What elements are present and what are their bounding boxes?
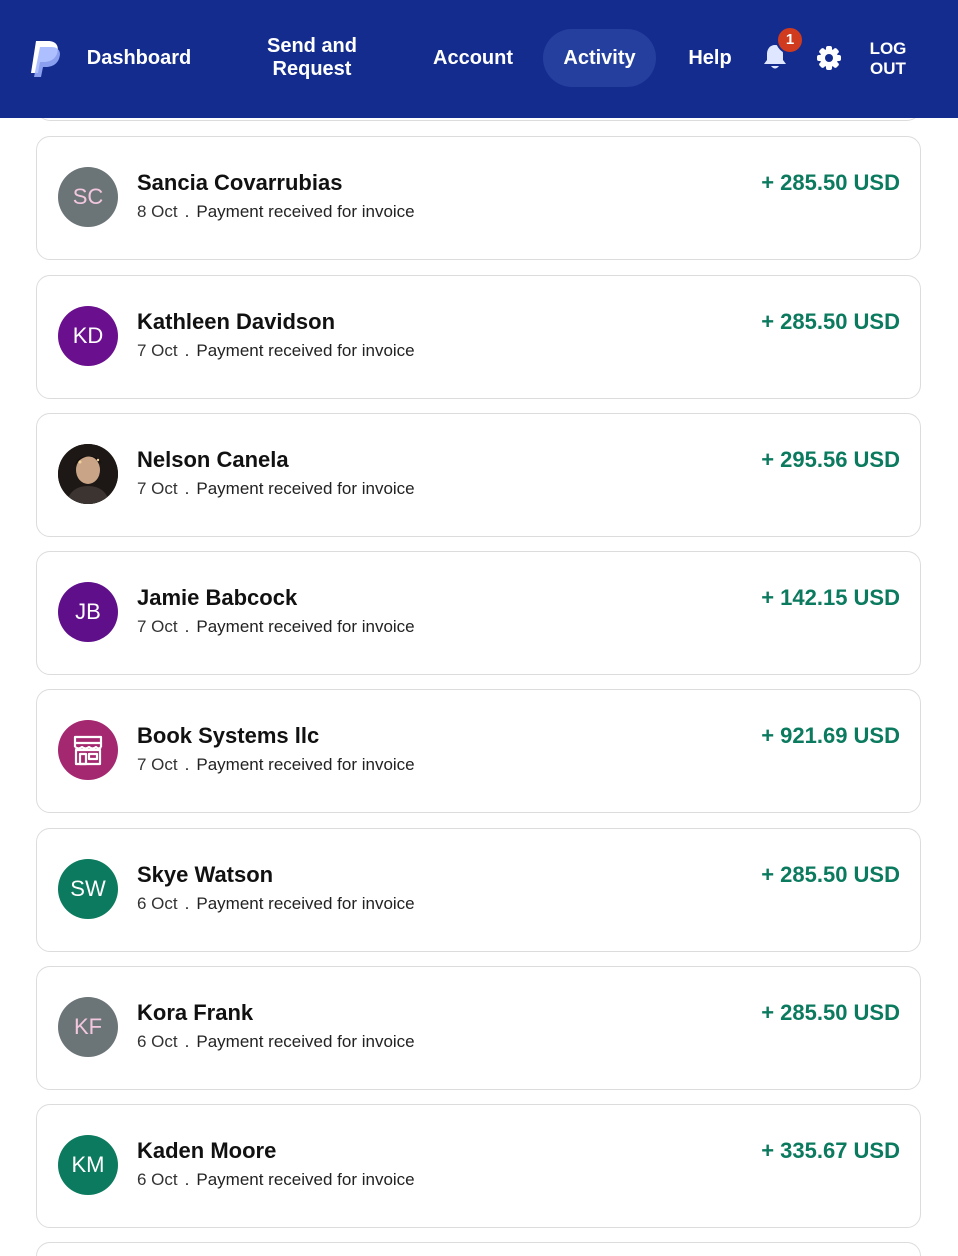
transaction-meta: 6 Oct. Payment received for invoice xyxy=(137,894,415,913)
activity-card[interactable]: KF Kora Frank 6 Oct. Payment received for… xyxy=(36,966,921,1090)
settings-gear-icon[interactable] xyxy=(814,43,844,73)
transaction-description: Payment received for invoice xyxy=(196,1032,415,1051)
payer-name: Skye Watson xyxy=(137,862,274,887)
activity-card[interactable]: SW Skye Watson 6 Oct. Payment received fo… xyxy=(36,828,921,952)
transaction-date: 6 Oct xyxy=(137,1032,178,1051)
avatar: SW xyxy=(58,859,118,919)
logout-button[interactable]: LOG OUT xyxy=(862,39,914,79)
avatar-photo xyxy=(58,444,118,504)
activity-card[interactable]: Book Systems llc 7 Oct. Payment received … xyxy=(36,689,921,813)
nav-account[interactable]: Account xyxy=(420,47,526,70)
paypal-logo[interactable] xyxy=(26,40,60,78)
top-navigation: Dashboard Send and Request Account Activ… xyxy=(0,0,958,118)
avatar: JB xyxy=(58,582,118,642)
activity-card[interactable]: KD Kathleen Davidson 7 Oct. Payment recei… xyxy=(36,275,921,399)
notification-badge: 1 xyxy=(776,26,804,54)
transaction-amount: + 285.50 USD xyxy=(761,309,900,334)
transaction-date: 7 Oct xyxy=(137,341,178,360)
store-icon xyxy=(73,735,103,766)
transaction-description: Payment received for invoice xyxy=(196,1170,415,1189)
transaction-date: 6 Oct xyxy=(137,894,178,913)
nav-send-and-request[interactable]: Send and Request xyxy=(250,35,374,81)
transaction-date: 6 Oct xyxy=(137,1170,178,1189)
transaction-description: Payment received for invoice xyxy=(196,617,415,636)
transaction-meta: 6 Oct. Payment received for invoice xyxy=(137,1032,415,1051)
transaction-meta: 7 Oct. Payment received for invoice xyxy=(137,617,415,636)
avatar: SC xyxy=(58,167,118,227)
gear-icon xyxy=(817,46,841,70)
transaction-date: 7 Oct xyxy=(137,479,178,498)
transaction-meta: 7 Oct. Payment received for invoice xyxy=(137,479,415,498)
nav-dashboard[interactable]: Dashboard xyxy=(78,47,200,70)
transaction-date: 7 Oct xyxy=(137,617,178,636)
payer-name: Kaden Moore xyxy=(137,1138,277,1163)
transaction-description: Payment received for invoice xyxy=(196,341,415,360)
person-photo-icon xyxy=(58,444,118,504)
activity-card[interactable]: SC Sancia Covarrubias 8 Oct. Payment rece… xyxy=(36,136,921,260)
activity-card[interactable]: KM Kaden Moore 6 Oct. Payment received fo… xyxy=(36,1104,921,1228)
nav-help[interactable]: Help xyxy=(680,47,740,70)
paypal-logo-icon xyxy=(31,41,60,77)
transaction-meta: 8 Oct. Payment received for invoice xyxy=(137,202,415,221)
activity-card[interactable]: JB Jamie Babcock 7 Oct. Payment received … xyxy=(36,551,921,675)
transaction-description: Payment received for invoice xyxy=(196,479,415,498)
transaction-date: 7 Oct xyxy=(137,755,178,774)
next-activity-card[interactable] xyxy=(36,1242,921,1256)
transaction-description: Payment received for invoice xyxy=(196,755,415,774)
transaction-amount: + 921.69 USD xyxy=(761,723,900,748)
avatar-business xyxy=(58,720,118,780)
nav-activity-active[interactable]: Activity xyxy=(543,29,656,87)
payer-name: Book Systems llc xyxy=(137,723,320,748)
activity-card[interactable]: Nelson Canela 7 Oct. Payment received for… xyxy=(36,413,921,537)
transaction-amount: + 335.67 USD xyxy=(761,1138,900,1163)
payer-name: Nelson Canela xyxy=(137,447,289,472)
transaction-description: Payment received for invoice xyxy=(196,202,415,221)
transaction-amount: + 142.15 USD xyxy=(761,585,900,610)
avatar: KM xyxy=(58,1135,118,1195)
transaction-amount: + 285.50 USD xyxy=(761,862,900,887)
transaction-meta: 7 Oct. Payment received for invoice xyxy=(137,755,415,774)
transaction-date: 8 Oct xyxy=(137,202,178,221)
transaction-amount: + 295.56 USD xyxy=(761,447,900,472)
payer-name: Kathleen Davidson xyxy=(137,309,336,334)
payer-name: Kora Frank xyxy=(137,1000,254,1025)
avatar: KD xyxy=(58,306,118,366)
activity-list: SC Sancia Covarrubias 8 Oct. Payment rece… xyxy=(0,0,958,1256)
payer-name: Sancia Covarrubias xyxy=(137,170,343,195)
transaction-meta: 7 Oct. Payment received for invoice xyxy=(137,341,415,360)
avatar: KF xyxy=(58,997,118,1057)
transaction-description: Payment received for invoice xyxy=(196,894,415,913)
transaction-meta: 6 Oct. Payment received for invoice xyxy=(137,1170,415,1189)
transaction-amount: + 285.50 USD xyxy=(761,170,900,195)
payer-name: Jamie Babcock xyxy=(137,585,298,610)
transaction-amount: + 285.50 USD xyxy=(761,1000,900,1025)
